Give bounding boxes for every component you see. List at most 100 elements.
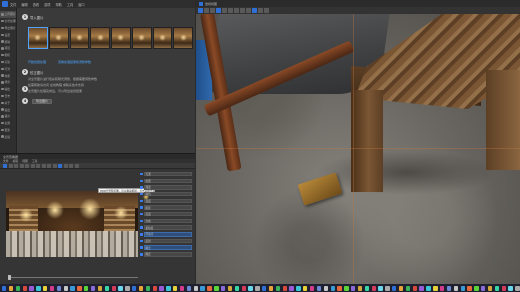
sidebar-item[interactable]: 反馈 — [0, 133, 16, 140]
taskbar-app-icon[interactable] — [248, 285, 253, 291]
checkbox-icon[interactable] — [140, 219, 143, 223]
view-results-link[interactable]: 查看处理结果和调整参数 — [58, 60, 91, 64]
taskbar-app-icon[interactable] — [453, 285, 459, 291]
menu-file[interactable]: 文件 — [10, 2, 16, 7]
taskbar-app-icon[interactable] — [337, 285, 342, 291]
taskbar-app-icon[interactable] — [173, 285, 178, 291]
render-icon[interactable] — [216, 8, 221, 13]
sidebar-item[interactable]: 材质 — [0, 72, 16, 79]
zoom-icon[interactable] — [240, 8, 245, 13]
taskbar-app-icon[interactable] — [474, 285, 479, 291]
prop-field[interactable]: 曝光 — [143, 245, 192, 250]
taskbar-app-icon[interactable] — [22, 285, 27, 291]
sidebar-item[interactable]: 更新 — [0, 127, 16, 134]
taskbar-app-icon[interactable] — [330, 285, 335, 291]
taskbar-app-icon[interactable] — [494, 285, 500, 291]
checkbox-icon[interactable] — [140, 253, 143, 256]
sidebar-item[interactable]: 设置 — [0, 31, 16, 38]
frame-icon[interactable] — [246, 8, 251, 13]
perspective-viewport[interactable]: 透视视图 — [196, 0, 520, 284]
sidebar-item[interactable]: 全景处理 — [0, 18, 16, 25]
taskbar-app-icon[interactable] — [378, 285, 383, 291]
camera-icon[interactable] — [198, 8, 203, 13]
image-thumbnail[interactable] — [28, 27, 48, 49]
taskbar-app-icon[interactable] — [371, 285, 376, 291]
prop-field[interactable]: 光源 — [143, 171, 192, 177]
taskbar-app-icon[interactable] — [364, 285, 370, 291]
save-icon[interactable] — [63, 163, 68, 168]
prop-field[interactable]: 位置 — [143, 178, 192, 184]
taskbar-app-icon[interactable] — [357, 285, 363, 291]
taskbar-app-icon[interactable] — [138, 285, 144, 291]
taskbar-app-icon[interactable] — [104, 285, 109, 291]
taskbar-app-icon[interactable] — [90, 285, 96, 291]
taskbar-app-icon[interactable] — [440, 285, 445, 291]
taskbar-app-icon[interactable] — [193, 285, 198, 291]
menu-tools[interactable]: 工具 — [67, 2, 73, 7]
checkbox-icon[interactable] — [140, 212, 143, 216]
taskbar-app-icon[interactable] — [200, 285, 205, 291]
menu-window[interactable]: 窗口 — [78, 2, 84, 7]
taskbar-app-icon[interactable] — [303, 285, 308, 291]
sidebar-item[interactable]: 导出图片 — [0, 25, 16, 32]
taskbar-app-icon[interactable] — [97, 285, 103, 291]
sidebar-item[interactable]: 场景 — [0, 79, 16, 86]
sidebar-item[interactable]: 上传图片 — [0, 11, 16, 18]
checkbox-icon[interactable] — [140, 179, 143, 183]
checkbox-icon[interactable] — [140, 199, 143, 203]
grid-tool-icon[interactable] — [41, 163, 46, 168]
color-tool-icon[interactable] — [30, 163, 35, 168]
checkbox-icon[interactable] — [140, 192, 143, 196]
panorama-preview-image[interactable] — [6, 191, 138, 257]
taskbar-app-icon[interactable] — [262, 285, 267, 291]
taskbar-app-icon[interactable] — [392, 285, 397, 291]
checkbox-icon[interactable] — [140, 172, 143, 176]
taskbar-app-icon[interactable] — [2, 285, 7, 291]
undo-icon[interactable] — [47, 163, 51, 168]
taskbar-app-icon[interactable] — [467, 285, 472, 291]
taskbar-app-icon[interactable] — [344, 285, 349, 291]
prop-field[interactable]: 柔和度 — [143, 225, 192, 230]
taskbar-app-icon[interactable] — [179, 285, 185, 291]
taskbar-app-icon[interactable] — [255, 285, 260, 291]
display-icon[interactable] — [252, 8, 257, 13]
image-thumbnail[interactable] — [90, 27, 110, 49]
rotate-tool-icon[interactable] — [14, 163, 18, 168]
taskbar-app-icon[interactable] — [234, 285, 240, 291]
taskbar-app-icon[interactable] — [70, 285, 75, 291]
sidebar-item[interactable]: 帮助 — [0, 38, 16, 45]
image-thumbnail[interactable] — [111, 27, 131, 49]
taskbar-app-icon[interactable] — [125, 285, 130, 291]
taskbar-app-icon[interactable] — [275, 285, 281, 291]
taskbar-app-icon[interactable] — [508, 285, 513, 291]
taskbar-app-icon[interactable] — [515, 285, 520, 291]
taskbar-app-icon[interactable] — [268, 285, 274, 291]
taskbar-app-icon[interactable] — [63, 285, 68, 291]
taskbar-app-icon[interactable] — [412, 285, 417, 291]
taskbar-app-icon[interactable] — [8, 285, 14, 291]
taskbar-app-icon[interactable] — [207, 285, 212, 291]
checkbox-icon[interactable] — [140, 239, 143, 243]
taskbar-app-icon[interactable] — [43, 285, 48, 291]
taskbar-app-icon[interactable] — [29, 285, 34, 291]
sidebar-item[interactable]: 灯光 — [0, 65, 16, 72]
taskbar-app-icon[interactable] — [132, 285, 137, 291]
taskbar-app-icon[interactable] — [227, 285, 233, 291]
pan-icon[interactable] — [210, 8, 215, 13]
taskbar-app-icon[interactable] — [446, 285, 452, 291]
crop-tool-icon[interactable] — [36, 163, 40, 168]
taskbar-app-icon[interactable] — [433, 285, 438, 291]
taskbar-app-icon[interactable] — [309, 285, 315, 291]
sidebar-item[interactable]: 日志 — [0, 93, 16, 100]
image-thumbnail[interactable] — [48, 27, 69, 49]
taskbar-app-icon[interactable] — [84, 285, 89, 291]
image-thumbnail[interactable] — [152, 27, 173, 49]
taskbar-app-icon[interactable] — [166, 285, 171, 291]
timeline-slider-handle[interactable] — [8, 275, 11, 280]
prop-field[interactable]: 颜色 — [143, 191, 192, 197]
orbit-icon[interactable] — [204, 8, 209, 13]
taskbar-app-icon[interactable] — [282, 285, 287, 291]
taskbar-app-icon[interactable] — [186, 285, 192, 291]
redo-icon[interactable] — [52, 163, 57, 168]
taskbar-app-icon[interactable] — [351, 285, 356, 291]
